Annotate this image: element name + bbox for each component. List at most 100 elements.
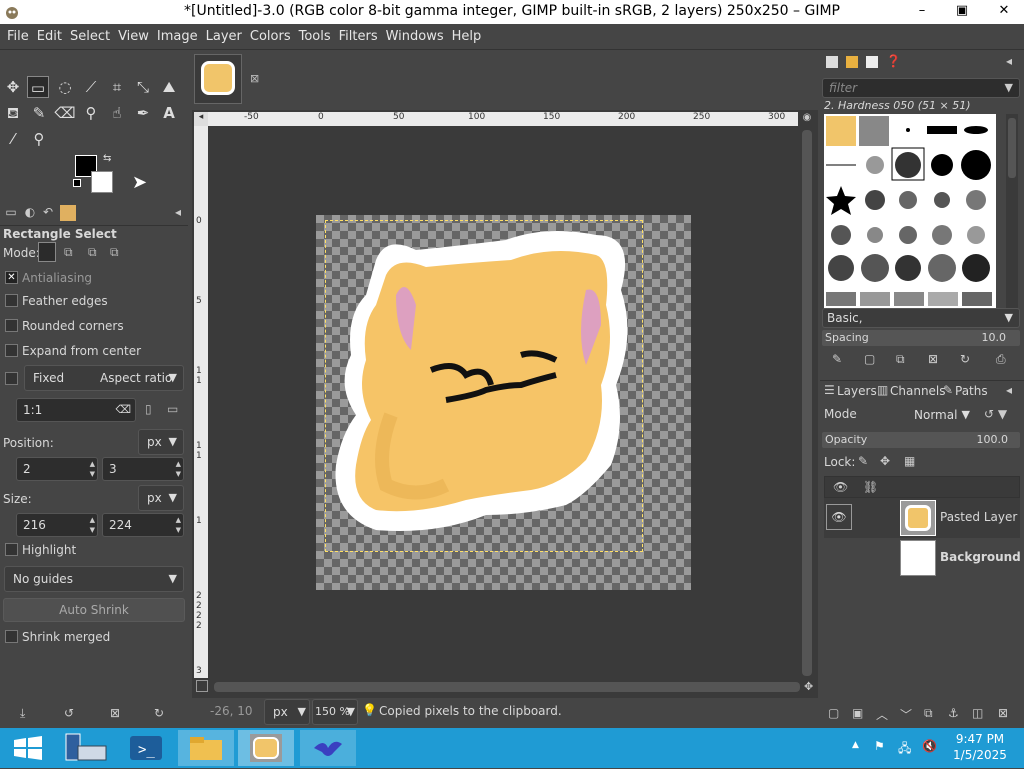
selection-marquee[interactable] [325,220,643,552]
highlight-checkbox[interactable] [5,543,18,556]
antialiasing-checkbox[interactable]: ✕ [5,271,18,284]
menu-help[interactable]: Help [448,24,486,49]
channels-tab[interactable]: Channels [890,384,946,398]
opacity-slider[interactable]: Opacity 100.0 [822,432,1020,448]
fixed-checkbox[interactable] [5,372,18,385]
layer-row-background[interactable]: Background [824,538,1021,578]
file-explorer-taskbar[interactable] [178,730,234,766]
position-y-input[interactable]: 3 ▲ ▼ [102,457,184,481]
text-tool-icon[interactable]: A [158,102,180,124]
default-colors-icon[interactable] [73,179,81,187]
minimize-button[interactable]: – [908,0,936,22]
paths-tool-icon[interactable]: ✒ [132,102,154,124]
landscape-icon[interactable]: ▭ [167,402,178,416]
color-picker-tool-icon[interactable]: ⁄ [2,128,24,150]
panel-menu-icon[interactable]: ◂ [170,205,186,221]
menu-tools[interactable]: Tools [295,24,335,49]
zoom-tool-icon[interactable]: ⚲ [28,128,50,150]
fuzzy-select-tool-icon[interactable]: ⟋ [80,76,102,98]
brushes-tab-icon[interactable] [826,56,838,68]
menu-filters[interactable]: Filters [335,24,382,49]
paths-tab-icon[interactable]: ✎ [943,383,953,397]
move-tool-icon[interactable]: ✥ [2,76,24,98]
anchor-layer-icon[interactable]: ⚓ [948,706,959,720]
mode-replace-icon[interactable] [38,242,56,262]
new-layer-icon[interactable]: ▢ [828,706,839,720]
close-image-icon[interactable]: ⊠ [250,72,259,85]
ratio-input[interactable]: 1:1 ⌫ [16,398,136,422]
fixed-mode-combo[interactable]: Fixed Aspect ratio ▼ [24,365,184,391]
lock-pixels-icon[interactable]: ✎ [858,454,868,468]
tray-flag-icon[interactable]: ⚑ [874,739,885,753]
vertical-scrollbar[interactable] [800,126,814,678]
channels-tab-icon[interactable]: ▥ [877,383,888,397]
brush-filter-input[interactable]: filter ▼ [822,78,1020,98]
duplicate-brush-icon[interactable]: ⧉ [896,352,905,367]
menu-windows[interactable]: Windows [382,24,448,49]
crop-tool-icon[interactable]: ⌗ [106,76,128,98]
clone-tool-icon[interactable]: ⚲ [80,102,102,124]
refresh-brushes-icon[interactable]: ↻ [960,352,970,366]
undo-history-tab-icon[interactable]: ↶ [40,205,56,221]
brush-grid[interactable] [824,114,996,308]
new-brush-icon[interactable]: ▢ [864,352,875,366]
menu-edit[interactable]: Edit [33,24,66,49]
delete-options-icon[interactable]: ⊠ [110,706,120,720]
duplicate-layer-icon[interactable]: ⧉ [924,706,933,721]
mode-intersect-icon[interactable]: ⧉ [110,245,119,260]
reset-options-icon[interactable]: ↻ [154,706,164,720]
dock-menu-icon[interactable]: ◂ [1006,54,1012,68]
fonts-tab-icon[interactable] [866,56,878,68]
background-color[interactable] [91,171,113,193]
swap-colors-icon[interactable]: ⇆ [103,153,111,164]
vertical-scroll-thumb[interactable] [802,130,812,676]
close-button[interactable]: ✕ [984,0,1024,22]
layers-menu-icon[interactable]: ◂ [1006,383,1012,397]
restore-options-icon[interactable]: ↺ [64,706,74,720]
clear-icon[interactable]: ⌫ [115,399,131,421]
edit-brush-icon[interactable]: ✎ [832,352,842,366]
layers-tab[interactable]: Layers [837,384,877,398]
tool-options-tab-icon[interactable]: ▭ [3,205,19,221]
delete-brush-icon[interactable]: ⊠ [928,352,938,366]
save-options-icon[interactable]: ⤓ [20,706,25,721]
mask-layer-icon[interactable]: ◫ [972,706,983,720]
portrait-icon[interactable]: ▯ [145,402,152,416]
spin-icon[interactable]: ▲ ▼ [90,515,95,535]
brush-grid-scroll-thumb[interactable] [1008,118,1016,178]
device-status-tab-icon[interactable]: ◐ [22,205,38,221]
image-canvas[interactable] [316,215,691,590]
spin-icon[interactable]: ▲ ▼ [90,459,95,479]
navigate-icon[interactable]: ✥ [804,680,813,693]
rect-select-tool-icon[interactable]: ▭ [27,76,49,98]
paths-tab[interactable]: Paths [955,384,988,398]
menu-view[interactable]: View [114,24,153,49]
server-manager-taskbar[interactable] [60,730,116,766]
lock-position-icon[interactable]: ✥ [880,454,890,468]
warp-tool-icon[interactable]: ⛰ [158,76,180,98]
tray-clock[interactable]: 9:47 PM 1/5/2025 [950,732,1010,762]
horizontal-scrollbar[interactable] [212,680,802,694]
expand-from-center-checkbox[interactable] [5,344,18,357]
paintbrush-tool-icon[interactable]: ✎ [28,102,50,124]
horizontal-scroll-thumb[interactable] [214,682,800,692]
brush-grid-scrollbar[interactable] [1006,114,1018,308]
menu-select[interactable]: Select [66,24,114,49]
guides-select[interactable]: No guides ▼ [4,566,184,592]
tray-network-icon[interactable]: 🖧 [898,739,911,760]
menu-colors[interactable]: Colors [246,24,295,49]
size-height-input[interactable]: 224 ▲ ▼ [102,513,184,537]
delete-layer-icon[interactable]: ⊠ [998,706,1008,720]
maximize-button[interactable]: ▣ [948,0,976,22]
patterns-tab-icon[interactable] [846,56,858,68]
layer-mode-select[interactable]: Normal ▼ [822,403,976,429]
eraser-tool-icon[interactable]: ⌫ [54,102,76,124]
help-tab-icon[interactable]: ❓ [886,54,901,68]
layers-tab-icon[interactable]: ☰ [824,383,835,397]
spin-icon[interactable]: ▲ ▼ [176,515,181,535]
lock-alpha-icon[interactable]: ▦ [904,454,915,468]
start-button[interactable] [0,730,56,766]
lasso-tool-icon[interactable]: ◌ [54,76,76,98]
zoom-select[interactable]: 150 % ▼ [312,699,358,725]
new-layer-group-icon[interactable]: ▣ [852,706,863,720]
